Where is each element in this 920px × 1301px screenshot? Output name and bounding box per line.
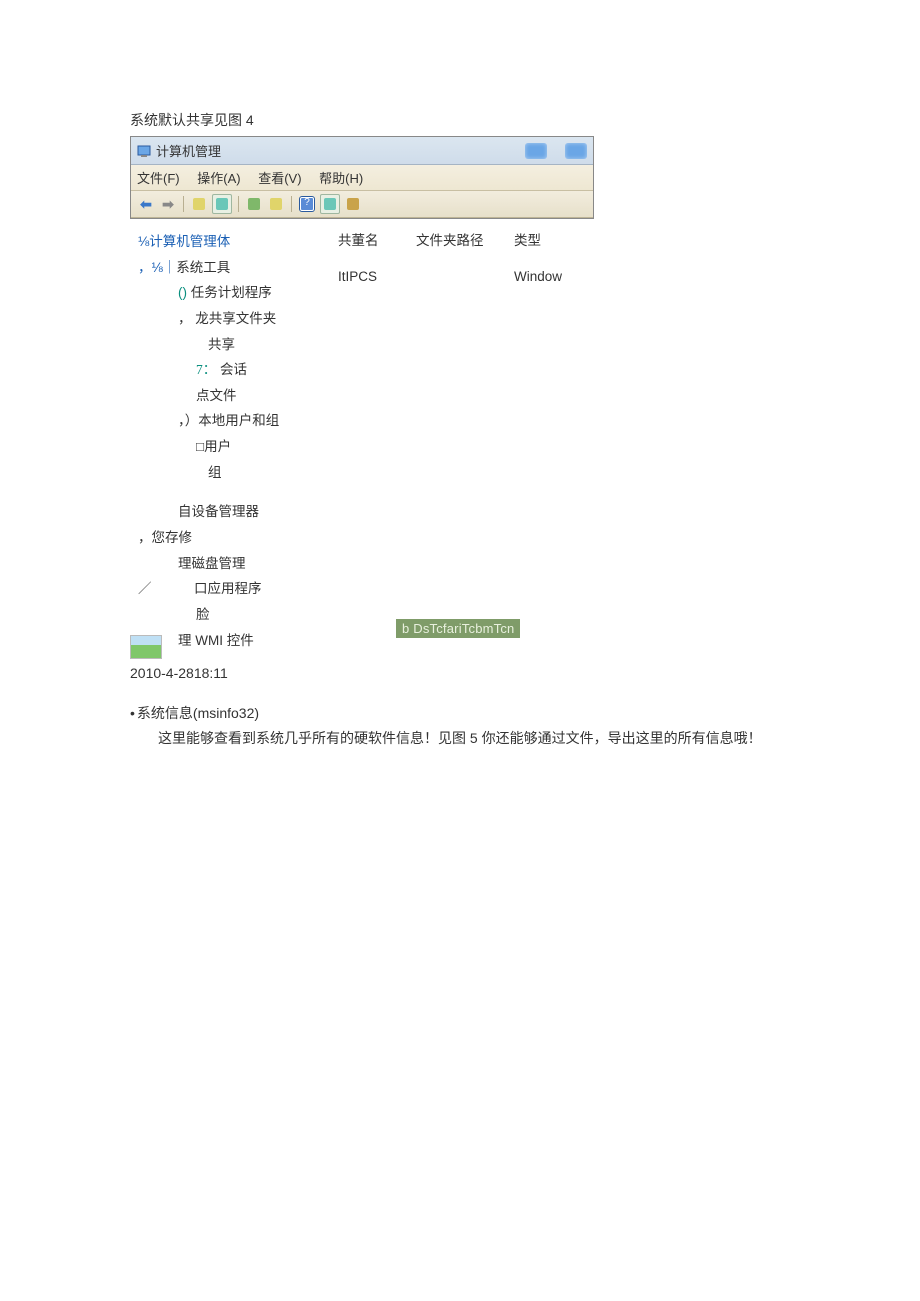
title-decor-1 — [525, 143, 547, 159]
tree-open-files[interactable]: 点文件 — [138, 383, 338, 409]
tree-spacer — [138, 485, 338, 499]
menu-help[interactable]: 帮助(H) — [319, 171, 363, 186]
menubar: 文件(F) 操作(A) 查看(V) 帮助(H) — [131, 165, 593, 191]
col-folder-path[interactable]: 文件夹路径 — [416, 229, 514, 249]
help-icon[interactable]: ? — [298, 195, 316, 213]
tree-sessions[interactable]: 7： 会话 — [138, 357, 338, 383]
toolbar-btn-4[interactable] — [267, 195, 285, 213]
tree-disk-management[interactable]: 理磁盘管理 — [138, 551, 338, 577]
tree-misc-1[interactable]: 脸 — [138, 602, 338, 628]
list-headers: 共董名 文件夹路径 类型 — [338, 229, 782, 249]
tree-local-users-groups[interactable]: ，）本地用户和组 — [138, 408, 338, 434]
menu-file[interactable]: 文件(F) — [137, 171, 180, 186]
section-body: 这里能够查看到系统几乎所有的硬软件信息！见图 5 你还能够通过文件，导出这里的所… — [130, 727, 790, 751]
tree-groups[interactable]: 组 — [138, 460, 338, 486]
tree-shares[interactable]: 共享 — [138, 332, 338, 358]
col-type[interactable]: 类型 — [514, 229, 584, 249]
toolbar: ⬅ ➡ ? — [131, 191, 593, 218]
window-title: 计算机管理 — [156, 141, 221, 160]
section-title: 系统信息(msinfo32) — [137, 703, 259, 723]
tree-task-scheduler[interactable]: () 任务计划程序 — [138, 280, 338, 306]
timestamp-text: 2010-4-2818:11 — [130, 665, 790, 681]
tree-services-apps[interactable]: ／口应用程序 — [138, 576, 338, 602]
tree-root[interactable]: ⅛计算机管理体 — [138, 229, 338, 255]
toolbar-btn-2[interactable] — [212, 194, 232, 214]
toolbar-btn-3[interactable] — [245, 195, 263, 213]
toolbar-btn-5[interactable] — [320, 194, 340, 214]
cell-share-name: ItIPCS — [338, 269, 416, 284]
forward-button[interactable]: ➡ — [159, 195, 177, 213]
app-icon — [137, 144, 151, 158]
tree-device-manager[interactable]: 自设备管理器 — [138, 499, 338, 525]
tree-system-tools[interactable]: ，⅛｜系统工具 — [138, 255, 338, 281]
bullet-icon: • — [130, 705, 135, 721]
toolbar-btn-6[interactable] — [344, 195, 362, 213]
computer-management-window: 计算机管理 文件(F) 操作(A) 查看(V) 帮助(H) ⬅ ➡ ? — [130, 136, 594, 219]
list-row[interactable]: ItIPCS Window — [338, 269, 782, 284]
tree-panel: ⅛计算机管理体 ，⅛｜系统工具 () 任务计划程序 ， 龙共享文件夹 共享 7：… — [138, 229, 338, 653]
watermark-label: b DsTcfariTcbmTcn — [396, 619, 520, 638]
cell-type: Window — [514, 269, 584, 284]
toolbar-separator — [238, 196, 239, 212]
toolbar-separator — [183, 196, 184, 212]
window-titlebar: 计算机管理 — [131, 137, 593, 165]
toolbar-separator — [291, 196, 292, 212]
tree-users[interactable]: □用户 — [138, 434, 338, 460]
back-button[interactable]: ⬅ — [137, 195, 155, 213]
tree-wmi-control[interactable]: 理 WMI 控件 — [138, 628, 338, 654]
menu-view[interactable]: 查看(V) — [258, 171, 301, 186]
col-share-name[interactable]: 共董名 — [338, 229, 416, 249]
toolbar-btn-1[interactable] — [190, 195, 208, 213]
menu-action[interactable]: 操作(A) — [197, 171, 240, 186]
tree-shared-folders[interactable]: ， 龙共享文件夹 — [138, 306, 338, 332]
figure-caption: 系统默认共享见图 4 — [130, 110, 790, 130]
cell-folder-path — [416, 269, 514, 284]
image-thumbnail-icon — [130, 635, 162, 659]
tree-storage[interactable]: ，您存修 — [138, 525, 338, 551]
title-decor-2 — [565, 143, 587, 159]
